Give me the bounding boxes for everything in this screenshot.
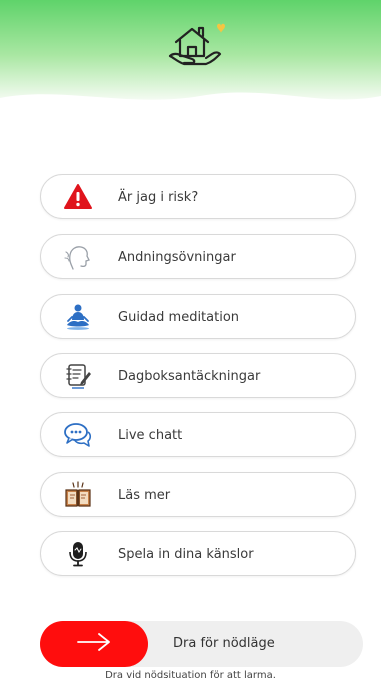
breathing-head-icon xyxy=(63,243,93,271)
menu-item-label: Spela in dina känslor xyxy=(118,547,254,562)
menu-item-meditation[interactable]: Guidad meditation xyxy=(40,294,356,339)
menu-item-label: Läs mer xyxy=(118,488,171,503)
emergency-slider[interactable]: Dra för nödläge xyxy=(40,621,363,667)
menu-item-risk[interactable]: Är jag i risk? xyxy=(40,174,356,219)
open-book-icon xyxy=(63,481,93,509)
house-in-hand-icon xyxy=(162,18,228,72)
emergency-hint: Dra vid nödsituation för att larma. xyxy=(105,670,276,681)
warning-icon xyxy=(63,183,93,211)
menu-item-label: Andningsövningar xyxy=(118,250,236,265)
menu-item-diary[interactable]: Dagboksantäckningar xyxy=(40,353,356,398)
notebook-icon xyxy=(63,362,93,390)
menu-item-read-more[interactable]: Läs mer xyxy=(40,472,356,517)
microphone-icon xyxy=(63,540,93,568)
header xyxy=(0,0,381,112)
menu-item-label: Guidad meditation xyxy=(118,310,240,325)
chat-bubbles-icon xyxy=(63,421,93,449)
emergency-slider-label: Dra för nödläge xyxy=(173,636,275,651)
menu-item-label: Dagboksantäckningar xyxy=(118,369,261,384)
menu-item-label: Live chatt xyxy=(118,428,183,443)
arrow-right-icon xyxy=(74,631,114,657)
menu-item-record[interactable]: Spela in dina känslor xyxy=(40,531,356,576)
emergency-slider-knob[interactable] xyxy=(40,621,148,667)
menu-item-chat[interactable]: Live chatt xyxy=(40,412,356,457)
meditation-icon xyxy=(63,303,93,331)
menu-item-breathing[interactable]: Andningsövningar xyxy=(40,234,356,279)
menu-item-label: Är jag i risk? xyxy=(118,190,199,205)
